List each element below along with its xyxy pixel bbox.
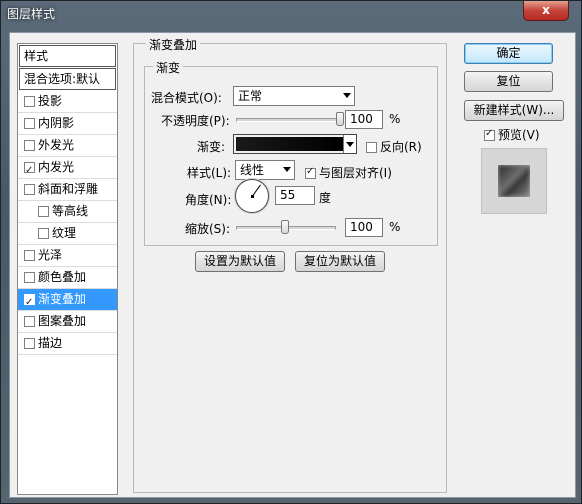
style-list-item-label: 描边 (38, 336, 63, 350)
ok-button[interactable]: 确定 (464, 43, 553, 64)
style-list-item-label: 内发光 (38, 160, 75, 174)
style-checkbox[interactable] (24, 96, 35, 107)
style-list-item-label: 渐变叠加 (38, 292, 87, 306)
group-title: 渐变 (153, 59, 184, 76)
angle-unit: 度 (319, 191, 332, 205)
angle-label: 角度(N): (185, 193, 232, 207)
blend-mode-select[interactable]: 正常 (233, 86, 355, 106)
scale-input[interactable]: 100 (345, 218, 383, 237)
align-with-layer-label: 与图层对齐(I) (319, 166, 392, 180)
gradient-preview[interactable] (236, 137, 343, 151)
section-title: 渐变叠加 (146, 36, 201, 53)
style-checkbox[interactable] (24, 292, 35, 313)
style-list-item-label: 内阴影 (38, 116, 75, 130)
new-style-button[interactable]: 新建样式(W)... (464, 100, 564, 121)
style-list: 样式 混合选项:默认 投影内阴影外发光内发光斜面和浮雕等高线纹理光泽颜色叠加渐变… (17, 43, 118, 495)
set-default-button[interactable]: 设置为默认值 (195, 251, 285, 272)
blend-mode-label: 混合模式(O): (151, 91, 222, 105)
style-checkbox[interactable] (24, 118, 35, 129)
styles-header[interactable]: 样式 (19, 45, 116, 67)
style-list-item-label: 外发光 (38, 138, 75, 152)
style-list-item[interactable]: 等高线 (18, 201, 117, 223)
style-list-item-label: 纹理 (52, 226, 77, 240)
style-list-item[interactable]: 渐变叠加 (18, 289, 117, 313)
reverse-checkbox[interactable]: 反向(R) (366, 138, 422, 155)
reset-default-button[interactable]: 复位为默认值 (295, 251, 385, 272)
style-list-item[interactable]: 纹理 (18, 223, 117, 245)
style-list-item-label: 斜面和浮雕 (38, 182, 99, 196)
style-list-item[interactable]: 颜色叠加 (18, 267, 117, 289)
style-checkbox[interactable] (24, 140, 35, 151)
scale-label: 缩放(S): (185, 222, 231, 236)
style-list-item-label: 等高线 (52, 204, 89, 218)
style-label: 样式(L): (187, 166, 232, 180)
gradient-overlay-panel: 渐变叠加 渐变 混合模式(O): 正常 不透明度(P): 100 % 渐变: 反… (133, 36, 447, 493)
reverse-check-box[interactable] (366, 142, 377, 153)
style-checkbox[interactable] (24, 338, 35, 349)
style-list-item[interactable]: 外发光 (18, 135, 117, 157)
opacity-unit: % (389, 112, 401, 126)
gradient-picker[interactable] (233, 134, 357, 154)
gradient-style-value: 线性 (240, 163, 265, 177)
style-checkbox[interactable] (38, 206, 49, 217)
opacity-label: 不透明度(P): (161, 114, 230, 128)
dialog-client: 样式 混合选项:默认 投影内阴影外发光内发光斜面和浮雕等高线纹理光泽颜色叠加渐变… (9, 32, 576, 498)
style-list-item-label: 颜色叠加 (38, 270, 87, 284)
gradient-label: 渐变: (197, 140, 226, 154)
reset-button[interactable]: 复位 (464, 71, 553, 92)
style-list-item[interactable]: 图案叠加 (18, 311, 117, 333)
style-checkbox[interactable] (24, 316, 35, 327)
style-checkbox[interactable] (24, 160, 35, 181)
gradient-group: 渐变 混合模式(O): 正常 不透明度(P): 100 % 渐变: 反向(R) … (144, 59, 438, 246)
gradient-style-select[interactable]: 线性 (235, 160, 295, 180)
style-checkbox[interactable] (24, 250, 35, 261)
style-checkbox[interactable] (38, 228, 49, 239)
style-list-item[interactable]: 描边 (18, 333, 117, 355)
preview-swatch (498, 165, 530, 197)
reverse-label: 反向(R) (380, 140, 422, 154)
style-checkbox[interactable] (24, 184, 35, 195)
style-list-item[interactable]: 光泽 (18, 245, 117, 267)
style-list-item[interactable]: 投影 (18, 91, 117, 113)
chevron-down-icon (343, 93, 351, 98)
angle-dial[interactable] (235, 179, 269, 213)
style-list-item-label: 投影 (38, 94, 63, 108)
preview-checkbox[interactable]: 预览(V) (484, 126, 540, 143)
chevron-down-icon[interactable] (343, 135, 356, 153)
preview-label: 预览(V) (498, 128, 540, 142)
scale-slider-thumb[interactable] (281, 220, 289, 234)
blend-mode-value: 正常 (238, 89, 263, 103)
style-list-item-label: 光泽 (38, 248, 63, 262)
align-check-box[interactable] (305, 166, 316, 179)
chevron-down-icon (283, 167, 291, 172)
style-list-item[interactable]: 斜面和浮雕 (18, 179, 117, 201)
opacity-input[interactable]: 100 (345, 110, 383, 129)
align-with-layer-checkbox[interactable]: 与图层对齐(I) (305, 164, 392, 181)
window-title: 图层样式 (7, 7, 56, 21)
style-preview (481, 148, 547, 214)
preview-check-box[interactable] (484, 128, 495, 141)
title-bar[interactable]: 图层样式 x (1, 1, 581, 25)
layer-style-dialog: 图层样式 x 样式 混合选项:默认 投影内阴影外发光内发光斜面和浮雕等高线纹理光… (0, 0, 582, 504)
style-list-item[interactable]: 内发光 (18, 157, 117, 181)
opacity-slider-thumb[interactable] (336, 112, 344, 126)
style-checkbox[interactable] (24, 272, 35, 283)
angle-input[interactable]: 55 (275, 186, 315, 205)
opacity-slider[interactable] (236, 118, 342, 122)
blend-options-item[interactable]: 混合选项:默认 (19, 68, 116, 90)
angle-center-dot (251, 195, 254, 198)
scale-unit: % (389, 220, 401, 234)
style-list-item-label: 图案叠加 (38, 314, 87, 328)
close-button[interactable]: x (523, 1, 569, 21)
style-list-item[interactable]: 内阴影 (18, 113, 117, 135)
